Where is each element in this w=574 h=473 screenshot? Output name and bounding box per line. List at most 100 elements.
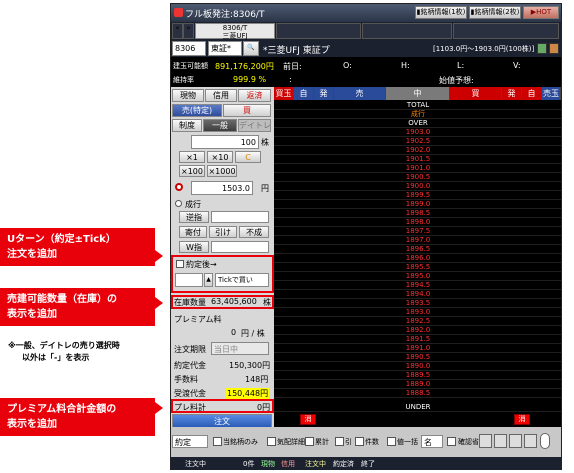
search-button[interactable]: 🔍 — [243, 41, 259, 56]
price-row[interactable]: 1890.5 — [274, 353, 561, 362]
price-row[interactable]: 1897.5 — [274, 227, 561, 236]
uturn-spin[interactable]: ▲ — [204, 273, 213, 287]
status-cash[interactable]: 現物 — [261, 459, 275, 469]
qty-mode-select[interactable]: 名 — [421, 435, 443, 448]
tool-icon-3[interactable] — [509, 434, 522, 448]
confirm-skip-checkbox[interactable] — [447, 437, 456, 446]
price-row[interactable]: 1893.0 — [274, 308, 561, 317]
credit-daytrade[interactable]: デイトレ — [238, 119, 271, 132]
stop-order-button[interactable]: 逆指 — [179, 211, 209, 223]
tab-next-button[interactable]: » — [183, 23, 194, 39]
price-row[interactable]: 1903.0 — [274, 128, 561, 137]
tab-empty-3[interactable] — [453, 23, 559, 39]
price-row[interactable]: 1899.5 — [274, 191, 561, 200]
row-over[interactable]: OVER — [274, 119, 561, 128]
market-radio[interactable] — [175, 200, 182, 207]
only-symbol-checkbox[interactable] — [213, 437, 222, 446]
tab-empty-2[interactable] — [362, 23, 452, 39]
price-row[interactable]: 1900.0 — [274, 182, 561, 191]
w-stop-button[interactable]: W指 — [179, 241, 209, 253]
info-1-button[interactable]: ▮銘柄情報(1枚) — [415, 6, 467, 19]
price-row[interactable]: 1895.5 — [274, 263, 561, 272]
order-type-select[interactable]: 約定 — [172, 435, 208, 448]
info-2-button[interactable]: ▮銘柄情報(2枚) — [469, 6, 521, 19]
price-row[interactable]: 1902.0 — [274, 146, 561, 155]
status-ordering[interactable]: 注文中 — [305, 459, 326, 469]
closing-button[interactable]: 引け — [209, 226, 237, 238]
tab-prev-button[interactable]: « — [172, 23, 183, 39]
opening-button[interactable]: 寄付 — [179, 226, 207, 238]
limit-radio[interactable] — [175, 183, 183, 191]
buy-tab[interactable]: 買 — [223, 104, 271, 117]
cumulative-checkbox[interactable] — [305, 437, 314, 446]
callout-note: ※一般、デイトレの売り選択時 以外は「-」を表示 — [8, 340, 120, 364]
price-row[interactable]: 1897.0 — [274, 236, 561, 245]
status-executed[interactable]: 約定済 — [333, 459, 354, 469]
tab-margin[interactable]: 信用 — [205, 89, 237, 102]
price-row[interactable]: 1901.0 — [274, 164, 561, 173]
uturn-action[interactable]: Tickで買い — [215, 273, 269, 287]
detail-checkbox[interactable] — [267, 437, 276, 446]
price-row[interactable]: 1896.0 — [274, 254, 561, 263]
symbol-code-input[interactable]: 8306 — [172, 41, 206, 56]
uturn-tick-field[interactable] — [175, 273, 203, 287]
price-input[interactable]: 1503.0 — [191, 181, 253, 195]
qty-x1-button[interactable]: ×1 — [179, 151, 205, 163]
price-row[interactable]: 1895.0 — [274, 272, 561, 281]
qty-x1000-button[interactable]: ×1000 — [207, 165, 237, 177]
status-done[interactable]: 終了 — [361, 459, 375, 469]
row-market[interactable]: 成行 — [274, 110, 561, 119]
close-checkbox[interactable] — [335, 437, 344, 446]
price-row[interactable]: 1891.0 — [274, 344, 561, 353]
w-stop-field[interactable] — [211, 241, 269, 253]
price-row[interactable]: 1890.0 — [274, 362, 561, 371]
period-select[interactable]: 当日中 — [211, 342, 269, 355]
tool-icon-2[interactable] — [494, 434, 507, 448]
count-checkbox[interactable] — [355, 437, 364, 446]
price-row[interactable]: 1892.5 — [274, 317, 561, 326]
price-row[interactable]: 1889.5 — [274, 371, 561, 380]
sell-tab[interactable]: 売(特定) — [172, 104, 222, 117]
price-row[interactable]: 1889.0 — [274, 380, 561, 389]
price-row[interactable]: 1893.5 — [274, 299, 561, 308]
uturn-checkbox[interactable] — [176, 260, 184, 268]
hot-button[interactable]: ▶HOT — [523, 6, 559, 19]
credit-general[interactable]: 一般 — [203, 119, 237, 132]
tab-8306[interactable]: 8306/T 三菱UFJ — [195, 23, 275, 40]
price-row[interactable]: 1902.5 — [274, 137, 561, 146]
chart-icon[interactable] — [537, 43, 547, 54]
tool-icon-4[interactable] — [524, 434, 537, 448]
qty-clear-button[interactable]: C — [235, 151, 261, 163]
stop-order-field[interactable] — [211, 211, 269, 223]
funari-button[interactable]: 不成 — [239, 226, 269, 238]
price-row[interactable]: 1894.0 — [274, 290, 561, 299]
price-row[interactable]: 1899.0 — [274, 200, 561, 209]
tool-icon-1[interactable] — [479, 434, 492, 448]
tab-empty-1[interactable] — [276, 23, 361, 39]
price-level: 1889.5 — [405, 371, 431, 379]
quantity-input[interactable]: 100 — [191, 135, 259, 149]
cancel-sell-button[interactable]: 消 — [300, 414, 316, 425]
settings-icon[interactable] — [549, 43, 559, 54]
cancel-buy-button[interactable]: 消 — [514, 414, 530, 425]
price-row[interactable]: 1892.0 — [274, 326, 561, 335]
row-total[interactable]: TOTAL — [274, 101, 561, 110]
price-row[interactable]: 1898.0 — [274, 218, 561, 227]
price-row[interactable]: 1891.5 — [274, 335, 561, 344]
price-row[interactable]: 1900.5 — [274, 173, 561, 182]
status-tab[interactable]: 注文中 — [185, 459, 206, 469]
price-row[interactable]: 1888.5 — [274, 389, 561, 398]
market-select[interactable]: 東証* — [208, 41, 242, 56]
qty-x10-button[interactable]: ×10 — [207, 151, 233, 163]
price-row[interactable]: 1901.5 — [274, 155, 561, 164]
price-row[interactable]: 1898.5 — [274, 209, 561, 218]
status-margin[interactable]: 信用 — [281, 459, 295, 469]
qty-x100-button[interactable]: ×100 — [179, 165, 205, 177]
tab-repay[interactable]: 返済 — [238, 89, 271, 102]
mouse-icon[interactable] — [540, 433, 550, 449]
bulk-checkbox[interactable] — [387, 437, 396, 446]
tab-cash[interactable]: 現物 — [172, 89, 204, 102]
row-under[interactable]: UNDER — [274, 403, 561, 412]
price-row[interactable]: 1894.5 — [274, 281, 561, 290]
price-row[interactable]: 1896.5 — [274, 245, 561, 254]
